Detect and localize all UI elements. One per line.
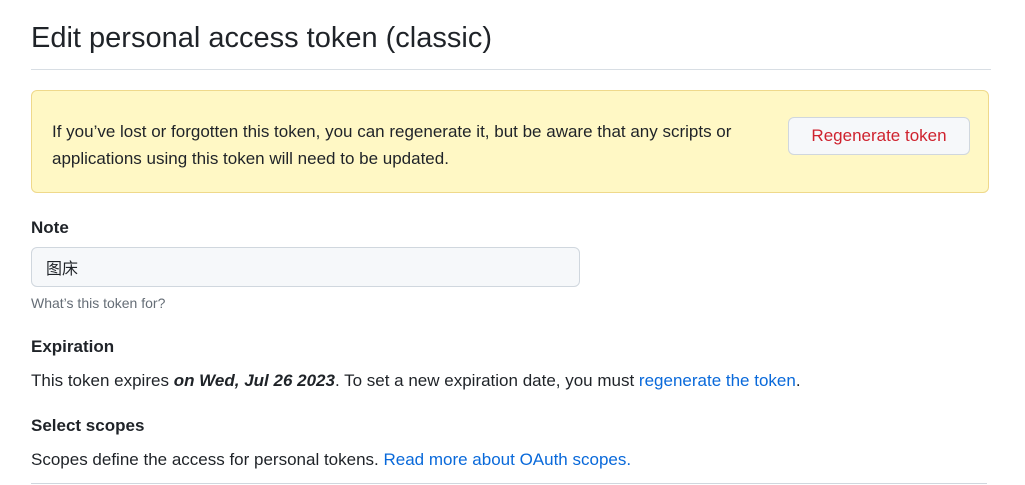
note-input[interactable] (31, 247, 580, 287)
scopes-label: Select scopes (31, 416, 145, 435)
note-label: Note (31, 218, 69, 237)
scopes-divider (31, 483, 987, 484)
warning-message: If you’ve lost or forgotten this token, … (52, 122, 732, 168)
page-title: Edit personal access token (classic) (31, 22, 492, 54)
scopes-description: Scopes define the access for personal to… (31, 449, 631, 471)
title-divider (31, 69, 991, 70)
oauth-scopes-link[interactable]: Read more about OAuth scopes. (383, 450, 631, 469)
expiration-suffix: . (795, 371, 801, 390)
expiration-middle: . To set a new expiration date, you must (334, 371, 639, 390)
note-hint: What’s this token for? (31, 295, 166, 311)
expiration-description: This token expires on Wed, Jul 26 2023. … (31, 370, 801, 392)
expiration-prefix: This token expires (31, 371, 174, 390)
expiration-date: on Wed, Jul 26 2023 (173, 371, 335, 390)
regenerate-token-link[interactable]: regenerate the token (639, 371, 796, 390)
edit-token-page: Edit personal access token (classic) If … (0, 0, 1025, 485)
scopes-description-text: Scopes define the access for personal to… (31, 450, 384, 469)
expiration-label: Expiration (31, 337, 115, 356)
regenerate-warning-banner: If you’ve lost or forgotten this token, … (31, 90, 989, 193)
regenerate-token-button[interactable]: Regenerate token (788, 117, 970, 155)
